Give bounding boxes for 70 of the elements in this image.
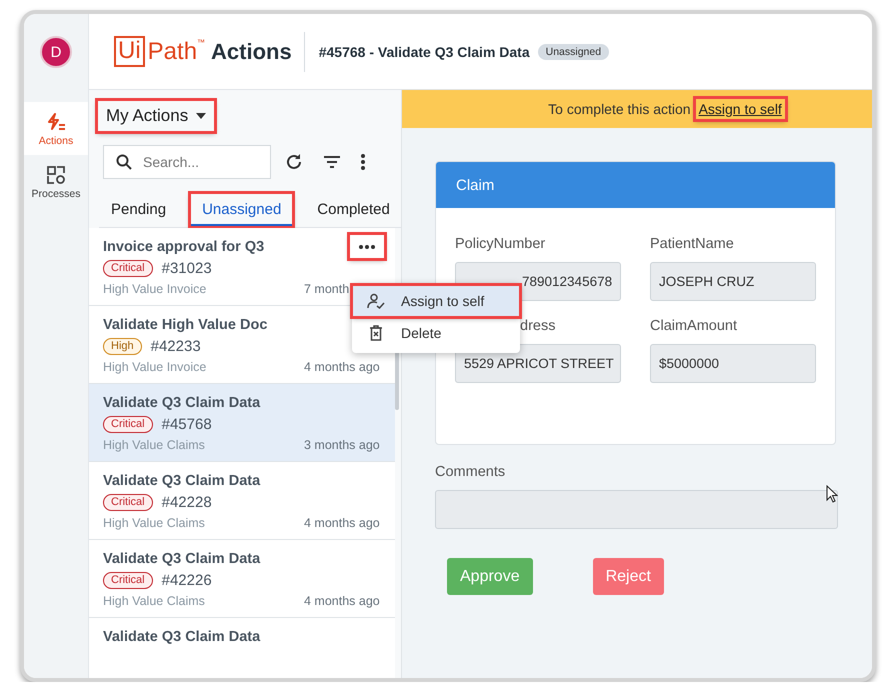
input-field[interactable]: JOSEPH CRUZ — [650, 262, 816, 301]
input-field[interactable]: $5000000 — [650, 344, 816, 383]
priority-badge: Critical — [103, 572, 153, 588]
task-category: High Value Claims — [103, 438, 206, 452]
tab[interactable]: Completed — [305, 193, 401, 227]
task-title: Validate Q3 Claim Data — [103, 628, 260, 647]
squares-circle-icon — [46, 165, 66, 185]
task-list-item[interactable]: Validate Q3 Claim Data — [89, 618, 395, 678]
vertical-dots-icon — [361, 154, 365, 170]
search-field[interactable]: Search... — [103, 145, 271, 179]
horizontal-dots-icon — [359, 244, 375, 248]
task-category: High Value Invoice — [103, 360, 208, 374]
status-badge: Unassigned — [538, 44, 610, 60]
task-title: Invoice approval for Q3 — [103, 238, 264, 257]
filter-icon — [323, 155, 341, 169]
priority-badge: Critical — [103, 416, 153, 432]
input-field[interactable]: 5529 APRICOT STREET — [455, 344, 621, 383]
logo: Ui Path$^{™}$ — [114, 36, 206, 67]
task-time: 4 months ago — [304, 594, 380, 608]
caret-icon — [196, 113, 206, 119]
field-label: Comments — [435, 463, 506, 481]
task-time: 7 month — [304, 282, 350, 296]
view-dropdown[interactable]: My Actions — [97, 100, 216, 132]
task-list-item[interactable]: Validate Q3 Claim Data Critical #45768 High Value Claims 3 months ago — [89, 384, 395, 462]
task-time: 4 months ago — [304, 360, 380, 374]
card-header: Claim — [436, 162, 835, 208]
trash-icon — [369, 325, 383, 341]
task-list-item[interactable]: Invoice approval for Q3 Critical #31023 High Value Invoice 7 month — [89, 228, 395, 306]
task-category: High Value Claims — [103, 516, 206, 530]
task-category: High Value Invoice — [103, 282, 208, 296]
task-number: #42226 — [162, 572, 212, 588]
task-number: #42228 — [162, 494, 212, 510]
tab[interactable]: Unassigned — [190, 193, 294, 227]
search-icon — [116, 154, 132, 170]
task-title: Validate High Value Doc — [103, 316, 268, 335]
comments-field[interactable] — [435, 490, 838, 529]
field-label: dress — [519, 317, 556, 335]
assign-link[interactable]: Assign to self — [694, 98, 786, 120]
task-category: High Value Claims — [103, 594, 206, 608]
task-number: #42233 — [150, 338, 201, 354]
search-input[interactable]: Search... — [141, 153, 265, 171]
more-button[interactable] — [349, 234, 385, 259]
task-title: #45768 - Validate Q3 Claim Data — [318, 44, 530, 60]
tab[interactable]: Pending — [99, 193, 178, 227]
task-list-item[interactable]: Validate Q3 Claim Data Critical #42226 High Value Claims 4 months ago — [89, 540, 395, 618]
banner-text: To complete this action — [548, 101, 691, 117]
nav-item[interactable]: Processes — [24, 155, 88, 208]
task-time: 3 months ago — [304, 438, 380, 452]
field-label: PolicyNumber — [455, 235, 546, 253]
priority-badge: Critical — [103, 494, 153, 510]
product-name: Actions — [211, 38, 292, 64]
cursor-icon — [826, 485, 838, 503]
lightning-list-icon — [46, 112, 66, 132]
person-check-icon — [367, 293, 385, 309]
field-label: PatientName — [650, 235, 735, 253]
avatar[interactable]: D — [40, 36, 72, 68]
task-title: Validate Q3 Claim Data — [103, 550, 260, 569]
task-title: Validate Q3 Claim Data — [103, 394, 260, 413]
task-number: #31023 — [162, 260, 212, 276]
menu-item[interactable]: Assign to self — [352, 285, 520, 317]
priority-badge: Critical — [103, 260, 153, 276]
priority-badge: High — [103, 338, 142, 354]
task-list-item[interactable]: Validate Q3 Claim Data Critical #42228 High Value Claims 4 months ago — [89, 462, 395, 540]
task-title: Validate Q3 Claim Data — [103, 472, 260, 491]
task-list-item[interactable]: Validate High Value Doc High #42233 High Value Invoice 4 months ago — [89, 306, 395, 384]
field-label: ClaimAmount — [650, 317, 738, 335]
task-time: 4 months ago — [304, 516, 380, 530]
refresh-icon — [285, 153, 303, 171]
nav-item[interactable]: Actions — [24, 102, 88, 155]
task-number: #45768 — [162, 416, 212, 432]
